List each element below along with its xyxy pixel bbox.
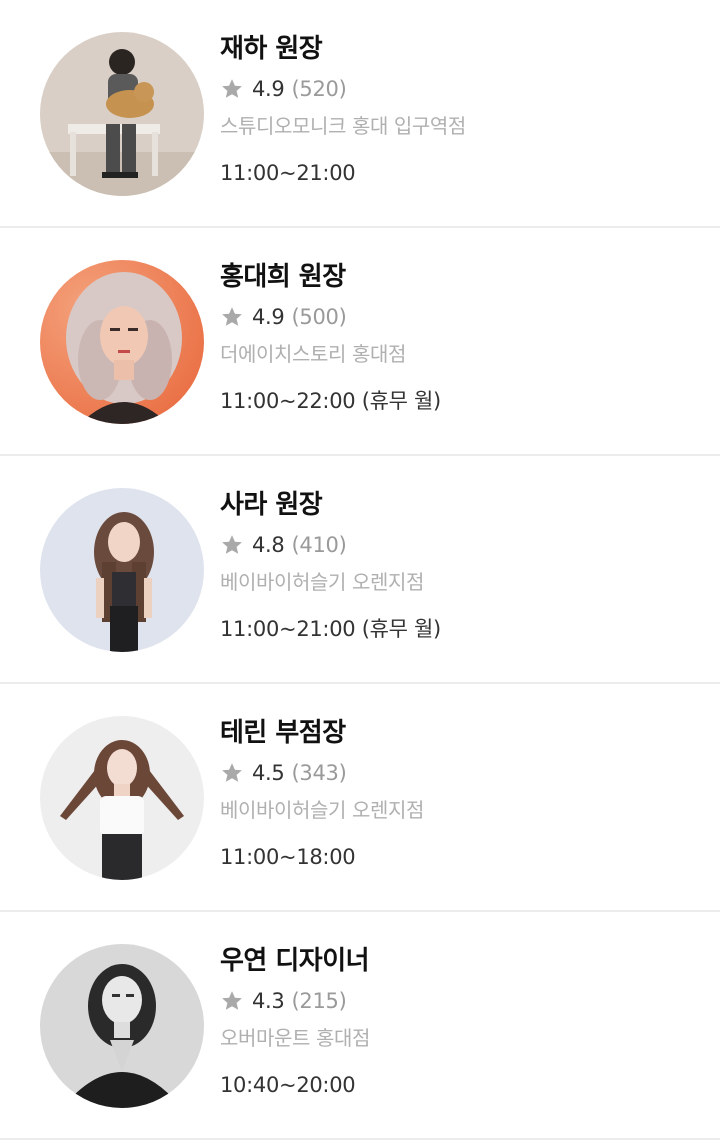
star-icon [220, 533, 244, 557]
rating-row: 4.8 (410) [220, 530, 700, 560]
business-hours: 11:00~18:00 [220, 845, 356, 869]
business-hours: 10:40~20:00 [220, 1073, 356, 1097]
review-count: (410) [291, 533, 347, 557]
shop-name: 스튜디오모니크 홍대 입구역점 [220, 114, 466, 138]
designer-card[interactable]: 테린 부점장 4.5 (343) 베이바이허슬기 오렌지점 11:00~18:0… [0, 684, 720, 912]
review-count: (500) [291, 305, 347, 329]
designer-card[interactable]: 재하 원장 4.9 (520) 스튜디오모니크 홍대 입구역점 11:00~21… [0, 0, 720, 228]
designer-name: 사라 원장 [220, 490, 323, 520]
rating-score: 4.9 [252, 77, 285, 101]
star-icon [220, 761, 244, 785]
review-count: (343) [291, 761, 347, 785]
business-hours: 11:00~22:00 (휴무 월) [220, 389, 441, 413]
shop-name: 오버마운트 홍대점 [220, 1026, 370, 1050]
star-icon [220, 77, 244, 101]
rating-row: 4.3 (215) [220, 986, 700, 1016]
designer-list: 재하 원장 4.9 (520) 스튜디오모니크 홍대 입구역점 11:00~21… [0, 0, 720, 1140]
designer-photo [40, 32, 204, 196]
review-count: (215) [291, 989, 347, 1013]
rating-score: 4.5 [252, 761, 285, 785]
rating-row: 4.9 (520) [220, 74, 700, 104]
designer-name: 테린 부점장 [220, 718, 346, 748]
designer-photo [40, 716, 204, 880]
rating-score: 4.8 [252, 533, 285, 557]
rating-score: 4.3 [252, 989, 285, 1013]
shop-name: 더에이치스토리 홍대점 [220, 342, 406, 366]
designer-name: 재하 원장 [220, 34, 323, 64]
designer-photo [40, 488, 204, 652]
rating-row: 4.9 (500) [220, 302, 700, 332]
business-hours: 11:00~21:00 (휴무 월) [220, 617, 441, 641]
review-count: (520) [291, 77, 347, 101]
shop-name: 베이바이허슬기 오렌지점 [220, 570, 424, 594]
shop-name: 베이바이허슬기 오렌지점 [220, 798, 424, 822]
designer-name: 홍대희 원장 [220, 262, 346, 292]
star-icon [220, 305, 244, 329]
rating-score: 4.9 [252, 305, 285, 329]
designer-name: 우연 디자이너 [220, 946, 370, 976]
designer-photo [40, 944, 204, 1108]
designer-photo [40, 260, 204, 424]
designer-card[interactable]: 홍대희 원장 4.9 (500) 더에이치스토리 홍대점 11:00~22:00… [0, 228, 720, 456]
designer-card[interactable]: 사라 원장 4.8 (410) 베이바이허슬기 오렌지점 11:00~21:00… [0, 456, 720, 684]
business-hours: 11:00~21:00 [220, 161, 356, 185]
star-icon [220, 989, 244, 1013]
rating-row: 4.5 (343) [220, 758, 700, 788]
designer-card[interactable]: 우연 디자이너 4.3 (215) 오버마운트 홍대점 10:40~20:00 [0, 912, 720, 1140]
